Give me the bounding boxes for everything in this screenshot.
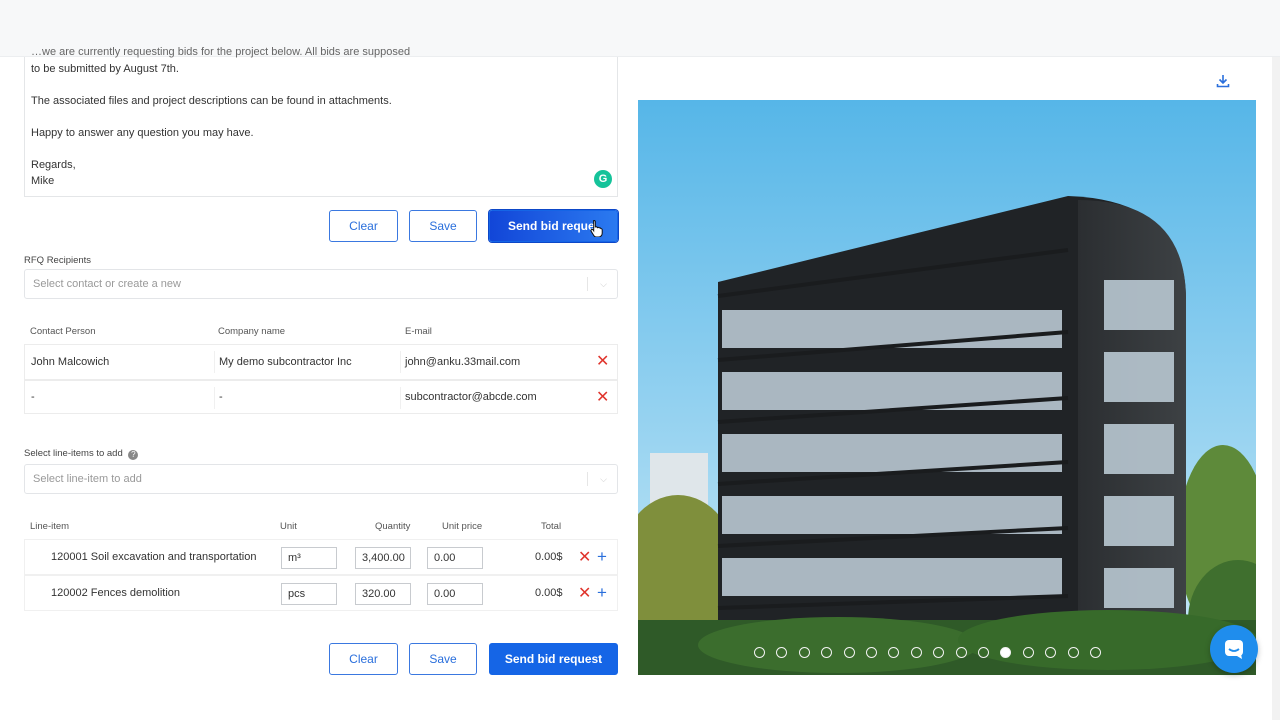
- help-icon[interactable]: ?: [128, 450, 139, 460]
- recipient-company: -: [219, 391, 223, 403]
- recipient-company: My demo subcontractor Inc: [219, 356, 352, 368]
- building-illustration: [638, 100, 1256, 675]
- gallery-dot[interactable]: [978, 647, 989, 658]
- line-items-label: Select line-items to add ?: [24, 448, 139, 460]
- gallery-dot[interactable]: [1067, 647, 1079, 658]
- send-bid-request-label: Send bid reque: [508, 219, 595, 233]
- cell-separator: [400, 387, 401, 409]
- line-item-name: 120001 Soil excavation and transportatio…: [51, 551, 257, 563]
- gallery-dot[interactable]: [1022, 647, 1034, 658]
- message-cut-line: …we are currently requesting bids for th…: [31, 46, 411, 58]
- line-item-name: 120002 Fences demolition: [51, 587, 181, 599]
- unit-input[interactable]: m³: [281, 547, 337, 569]
- header-quantity: Quantity: [375, 521, 411, 532]
- save-button[interactable]: Save: [409, 210, 477, 242]
- gallery-dot[interactable]: [843, 647, 855, 658]
- line-item-select-placeholder: Select line-item to add: [33, 473, 142, 485]
- clear-button[interactable]: Clear: [329, 643, 398, 675]
- download-icon[interactable]: [1216, 74, 1230, 91]
- chat-launcher-button[interactable]: [1210, 625, 1258, 673]
- line-item-total: 0.00$: [535, 551, 563, 563]
- quantity-input[interactable]: 320.00: [355, 583, 411, 605]
- send-bid-request-button[interactable]: Send bid reque: [489, 210, 618, 242]
- gallery-dot[interactable]: [910, 647, 922, 658]
- contact-select-placeholder: Select contact or create a new: [33, 278, 181, 290]
- line-item-row: 120002 Fences demolition pcs 320.00 0.00…: [24, 575, 618, 611]
- remove-line-item-icon[interactable]: ✕: [578, 586, 591, 602]
- recipient-email: john@anku.33mail.com: [405, 356, 521, 368]
- header-company-name: Company name: [218, 326, 286, 337]
- chevron-down-icon[interactable]: ⌵: [600, 465, 607, 493]
- header-line-item: Line-item: [30, 521, 70, 532]
- page-scrollbar[interactable]: [1272, 57, 1280, 720]
- project-building-image[interactable]: [638, 100, 1256, 675]
- line-items-label-text: Select line-items to add: [24, 448, 123, 459]
- select-divider: [587, 277, 588, 291]
- remove-recipient-icon[interactable]: ✕: [596, 390, 609, 406]
- remove-recipient-icon[interactable]: ✕: [596, 354, 609, 370]
- message-textarea[interactable]: …we are currently requesting bids for th…: [24, 46, 618, 197]
- clear-button[interactable]: Clear: [329, 210, 398, 242]
- send-bid-request-button[interactable]: Send bid request: [489, 643, 618, 675]
- chat-icon: [1225, 640, 1243, 659]
- unit-input[interactable]: pcs: [281, 583, 337, 605]
- cursor-hand-icon: [590, 219, 603, 237]
- recipient-contact: -: [31, 391, 35, 403]
- recipient-row: John Malcowich My demo subcontractor Inc…: [24, 344, 618, 380]
- message-line: to be submitted by August 7th.: [31, 63, 179, 75]
- gallery-dot[interactable]: [955, 647, 967, 658]
- message-line: Mike: [31, 175, 55, 187]
- remove-line-item-icon[interactable]: ✕: [578, 550, 591, 566]
- rfq-recipients-label: RFQ Recipients: [24, 255, 92, 266]
- gallery-dot[interactable]: [754, 647, 765, 658]
- line-item-select[interactable]: Select line-item to add ⌵: [24, 464, 618, 494]
- save-button[interactable]: Save: [409, 643, 477, 675]
- line-item-total: 0.00$: [535, 587, 563, 599]
- message-line: The associated files and project descrip…: [31, 95, 392, 107]
- recipient-row: - - subcontractor@abcde.com ✕: [24, 380, 618, 414]
- quantity-input[interactable]: 3,400.00: [355, 547, 411, 569]
- gallery-dot[interactable]: [866, 647, 877, 658]
- cell-separator: [214, 387, 215, 409]
- project-gallery-panel: [632, 57, 1280, 720]
- select-divider: [587, 472, 588, 486]
- cell-separator: [214, 351, 215, 373]
- line-item-row: 120001 Soil excavation and transportatio…: [24, 539, 618, 575]
- chevron-down-icon[interactable]: ⌵: [600, 270, 607, 298]
- contact-select[interactable]: Select contact or create a new ⌵: [24, 269, 618, 299]
- header-unit: Unit: [280, 521, 297, 532]
- recipient-email: subcontractor@abcde.com: [405, 391, 537, 403]
- header-contact-person: Contact Person: [30, 326, 96, 337]
- add-line-item-icon[interactable]: +: [597, 584, 607, 601]
- message-line: Regards,: [31, 159, 76, 171]
- rfq-form: …we are currently requesting bids for th…: [0, 46, 632, 720]
- unit-price-input[interactable]: 0.00: [427, 547, 483, 569]
- header-total: Total: [541, 521, 562, 532]
- grammarly-icon[interactable]: G: [594, 170, 612, 188]
- gallery-dot[interactable]: [1090, 647, 1101, 658]
- message-line: Happy to answer any question you may hav…: [31, 127, 254, 139]
- recipient-contact: John Malcowich: [31, 356, 110, 368]
- cell-separator: [400, 351, 401, 373]
- add-line-item-icon[interactable]: +: [597, 548, 607, 565]
- gallery-dot[interactable]: [798, 647, 810, 658]
- header-email: E-mail: [405, 326, 432, 337]
- header-unit-price: Unit price: [442, 521, 483, 532]
- unit-price-input[interactable]: 0.00: [427, 583, 483, 605]
